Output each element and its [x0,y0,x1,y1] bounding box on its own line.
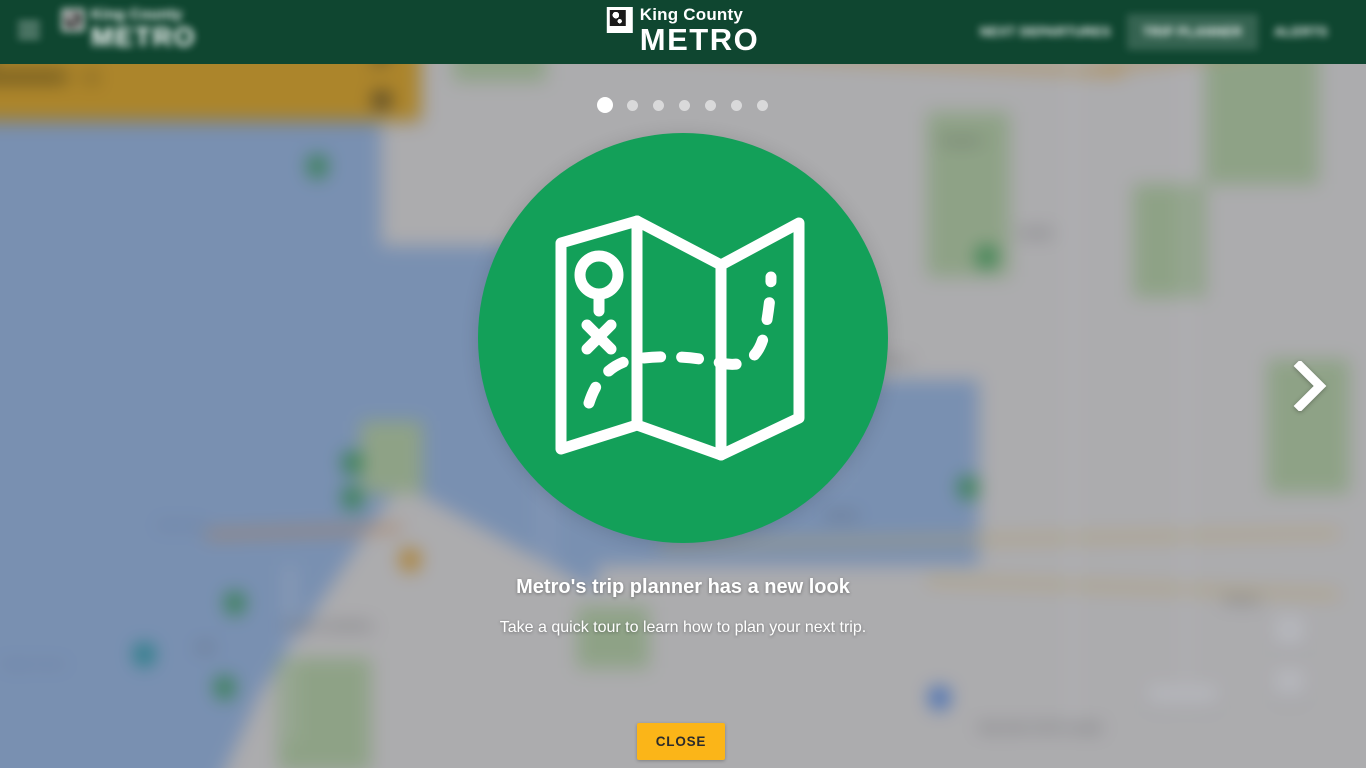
tour-title: Metro's trip planner has a new look [516,576,850,598]
tour-subtitle: Take a quick tour to learn how to plan y… [499,619,867,636]
tour-illustration-circle [478,133,888,543]
site-header: King County METRO NEXT DEPARTURES TRIP P… [0,0,1366,64]
folded-map-with-route-icon [555,215,805,461]
tour-dot-6[interactable] [730,99,742,111]
header-logo-left[interactable]: King County METRO [62,6,196,51]
header-logo-center-words: King County METRO [640,5,759,56]
brand-bottom-left: METRO [91,22,196,52]
hamburger-menu-icon[interactable] [18,22,40,39]
tour-dot-2[interactable] [626,99,638,111]
tour-dot-3[interactable] [652,99,664,111]
tour-pagination-dots [594,97,772,113]
close-button[interactable]: CLOSE [637,723,725,760]
nav-item-trip-planner[interactable]: TRIP PLANNER [1127,14,1259,50]
tour-overlay: Metro's trip planner has a new look Take… [0,0,1366,768]
tour-dot-5[interactable] [704,99,716,111]
chevron-right-icon [1293,361,1327,411]
tour-next-button[interactable] [1288,358,1332,414]
nav-item-alerts[interactable]: ALERTS [1258,14,1344,50]
king-county-portrait-logo-icon [62,9,84,31]
brand-bottom-center: METRO [639,22,760,57]
header-nav: NEXT DEPARTURES TRIP PLANNER ALERTS [964,12,1344,52]
brand-top-left: King County [91,6,183,23]
header-logo-center[interactable]: King County METRO [606,5,759,56]
header-logo-left-words: King County METRO [91,6,196,51]
app-root: Bainbridge Kingston Bothell Seattle Puge… [0,0,1366,768]
king-county-portrait-logo-center-icon [606,7,633,33]
tour-dot-7[interactable] [756,99,768,111]
nav-item-next-departures[interactable]: NEXT DEPARTURES [964,14,1127,50]
tour-dot-1[interactable] [597,97,613,113]
tour-dot-4[interactable] [678,99,690,111]
